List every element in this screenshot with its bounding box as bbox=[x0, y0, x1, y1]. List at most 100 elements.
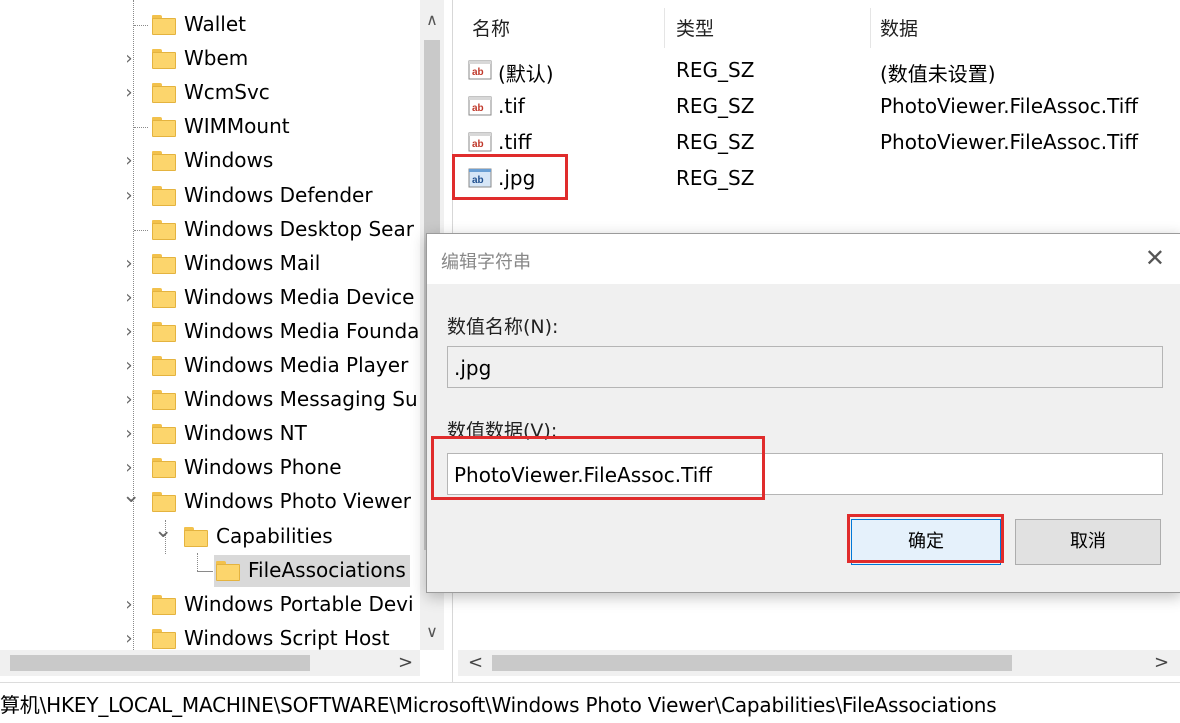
chevron-right-icon[interactable]: › bbox=[122, 48, 136, 69]
tree-item[interactable]: › Windows Phone bbox=[0, 451, 420, 485]
tree-item[interactable]: › Windows Defender bbox=[0, 179, 420, 213]
chevron-down-icon[interactable]: ⌄ bbox=[154, 518, 172, 543]
chevron-right-icon[interactable]: › bbox=[122, 594, 136, 615]
tree-horizontal-scrollbar[interactable]: > bbox=[0, 650, 420, 676]
scroll-right-arrow-icon[interactable]: > bbox=[1154, 652, 1169, 673]
chevron-down-icon[interactable]: ⌄ bbox=[122, 483, 140, 508]
value-data-label: 数值数据(V): bbox=[447, 420, 558, 442]
tree-item-label: Windows Desktop Sear bbox=[184, 216, 414, 241]
scroll-left-arrow-icon[interactable]: < bbox=[468, 652, 483, 673]
folder-icon bbox=[152, 15, 176, 35]
chevron-right-icon[interactable]: › bbox=[122, 321, 136, 342]
value-name: .jpg bbox=[498, 166, 536, 190]
chevron-right-icon[interactable]: › bbox=[122, 287, 136, 308]
tree-item-label: Windows Messaging Su bbox=[184, 387, 418, 412]
tree-item[interactable]: › Windows NT bbox=[0, 417, 420, 451]
scrollbar-thumb[interactable] bbox=[492, 655, 1012, 671]
tree-guide-line bbox=[134, 127, 148, 129]
tree-item[interactable]: › Windows bbox=[0, 144, 420, 178]
string-value-icon: ab bbox=[468, 58, 492, 82]
value-name: .tiff bbox=[498, 130, 532, 154]
tree-item[interactable]: › Wbem bbox=[0, 42, 420, 76]
chevron-right-icon[interactable]: › bbox=[122, 82, 136, 103]
registry-path: 算机\HKEY_LOCAL_MACHINE\SOFTWARE\Microsoft… bbox=[0, 693, 997, 717]
svg-text:ab: ab bbox=[472, 139, 484, 150]
folder-icon bbox=[152, 83, 176, 104]
tree-item-label: Wbem bbox=[184, 46, 249, 71]
tree-item-label: Windows Mail bbox=[184, 250, 321, 275]
chevron-right-icon[interactable]: › bbox=[122, 423, 136, 444]
value-row[interactable]: ab .tiff REG_SZ PhotoViewer.FileAssoc.Tiff bbox=[458, 124, 1180, 160]
tree-item-label: Wallet bbox=[184, 12, 247, 36]
folder-icon bbox=[152, 492, 176, 513]
edit-string-dialog: 编辑字符串 ✕ 数值名称(N): .jpg 数值数据(V): PhotoView… bbox=[426, 233, 1180, 593]
tree-item[interactable]: Wallet bbox=[0, 8, 420, 42]
tree-item-label: FileAssociations bbox=[248, 557, 406, 582]
tree-item[interactable]: ⌄ Capabilities bbox=[0, 518, 420, 554]
scroll-right-arrow-icon[interactable]: > bbox=[398, 652, 413, 673]
tree-item[interactable]: Windows Desktop Sear bbox=[0, 213, 420, 247]
column-header-data[interactable]: 数据 bbox=[880, 14, 918, 41]
chevron-right-icon[interactable]: › bbox=[122, 457, 136, 478]
chevron-right-icon[interactable]: › bbox=[122, 355, 136, 376]
value-row[interactable]: ab (默认) REG_SZ (数值未设置) bbox=[458, 52, 1180, 88]
value-row[interactable]: ab .jpg REG_SZ bbox=[458, 160, 1180, 196]
tree-item[interactable]: ⌄ Windows Photo Viewer bbox=[0, 483, 420, 519]
list-horizontal-scrollbar[interactable]: < > bbox=[458, 650, 1180, 676]
folder-icon bbox=[152, 390, 176, 411]
value-name: (默认) bbox=[498, 62, 554, 86]
tree-item[interactable]: › WcmSvc bbox=[0, 76, 420, 110]
dialog-titlebar[interactable]: 编辑字符串 ✕ bbox=[427, 234, 1180, 284]
chevron-right-icon[interactable]: › bbox=[122, 389, 136, 410]
tree-item[interactable]: › Windows Media Device bbox=[0, 281, 420, 315]
value-name-field[interactable]: .jpg bbox=[447, 346, 1163, 388]
tree-item-label: Windows NT bbox=[184, 421, 307, 446]
value-data-input[interactable]: PhotoViewer.FileAssoc.Tiff bbox=[447, 453, 1163, 495]
tree-item[interactable]: WIMMount bbox=[0, 110, 420, 144]
tree-item[interactable]: › Windows Mail bbox=[0, 247, 420, 281]
column-header-name[interactable]: 名称 bbox=[472, 14, 510, 41]
value-data: PhotoViewer.FileAssoc.Tiff bbox=[880, 130, 1139, 154]
column-header-type[interactable]: 类型 bbox=[676, 14, 714, 41]
string-value-icon: ab bbox=[468, 94, 492, 118]
tree-item[interactable]: › Windows Media Player bbox=[0, 349, 420, 383]
folder-icon bbox=[152, 356, 176, 376]
chevron-right-icon[interactable]: › bbox=[122, 628, 136, 649]
scroll-up-arrow-icon[interactable]: ∧ bbox=[420, 10, 444, 29]
close-icon[interactable]: ✕ bbox=[1145, 244, 1165, 272]
tree-item-label: Windows Photo Viewer bbox=[184, 489, 412, 514]
tree-item[interactable]: › Windows Media Founda bbox=[0, 315, 420, 349]
tree-item[interactable]: FileAssociations bbox=[0, 554, 420, 588]
folder-icon bbox=[152, 321, 176, 342]
string-value-icon: ab bbox=[468, 166, 492, 190]
value-data: (数值未设置) bbox=[880, 62, 996, 86]
value-row[interactable]: ab .tif REG_SZ PhotoViewer.FileAssoc.Tiff bbox=[458, 88, 1180, 124]
tree-item-label: Windows Defender bbox=[184, 182, 373, 207]
folder-icon bbox=[152, 424, 176, 445]
scrollbar-thumb[interactable] bbox=[10, 655, 310, 671]
column-separator[interactable] bbox=[870, 8, 871, 48]
chevron-right-icon[interactable]: › bbox=[122, 150, 136, 171]
folder-icon bbox=[152, 49, 176, 70]
status-bar: 算机\HKEY_LOCAL_MACHINE\SOFTWARE\Microsoft… bbox=[0, 682, 1180, 723]
svg-text:ab: ab bbox=[472, 67, 484, 78]
dialog-title: 编辑字符串 bbox=[441, 252, 531, 273]
string-value-icon: ab bbox=[468, 130, 492, 154]
registry-key-tree[interactable]: Wallet › Wbem › WcmSvc WIMMount › Windows › Windo… bbox=[0, 0, 453, 682]
value-type: REG_SZ bbox=[676, 58, 755, 82]
chevron-right-icon[interactable]: › bbox=[122, 253, 136, 274]
folder-icon bbox=[152, 151, 176, 172]
value-type: REG_SZ bbox=[676, 166, 755, 190]
folder-icon bbox=[152, 117, 176, 138]
scroll-down-arrow-icon[interactable]: ∨ bbox=[420, 622, 444, 641]
folder-icon bbox=[152, 594, 176, 615]
tree-guide-line bbox=[134, 25, 148, 26]
tree-item[interactable]: › Windows Portable Devi bbox=[0, 588, 420, 622]
cancel-button[interactable]: 取消 bbox=[1015, 519, 1161, 565]
ok-button[interactable]: 确定 bbox=[851, 519, 1001, 565]
folder-icon bbox=[216, 560, 240, 581]
tree-item-label: Capabilities bbox=[216, 523, 333, 548]
tree-item[interactable]: › Windows Messaging Su bbox=[0, 383, 420, 417]
column-separator[interactable] bbox=[664, 8, 665, 48]
chevron-right-icon[interactable]: › bbox=[122, 185, 136, 206]
